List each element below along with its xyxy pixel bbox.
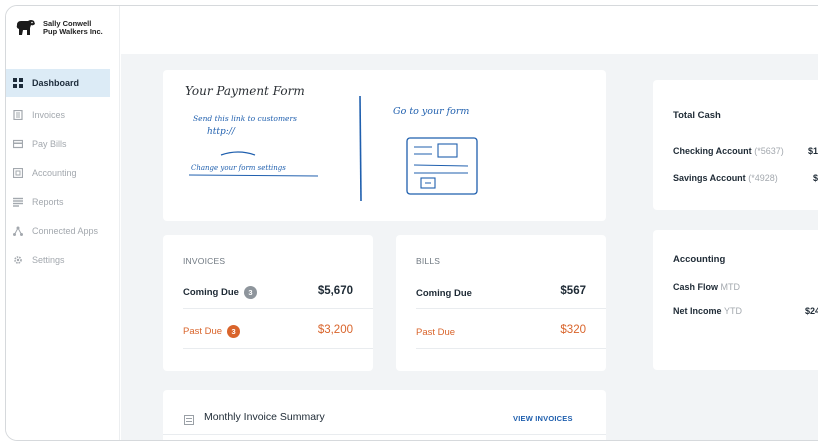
cash-flow-row[interactable]: Cash Flow MTD <box>673 282 740 292</box>
sidebar-item-label: Dashboard <box>32 78 80 88</box>
brand-name-line2: Pup Walkers Inc. <box>43 27 103 36</box>
card-icon <box>13 139 23 149</box>
sketch-title: Your Payment Form <box>185 84 305 98</box>
net-income-row[interactable]: Net Income YTD <box>673 306 742 316</box>
sidebar-item-label: Pay Bills <box>32 138 67 149</box>
net-income-label: Net Income <box>673 306 722 316</box>
sidebar-item-accounting[interactable]: Accounting <box>6 158 110 187</box>
invoices-past-due[interactable]: Past Due 3 <box>183 325 241 338</box>
savings-label: Savings Account <box>673 173 746 183</box>
sidebar-item-label: Settings <box>32 254 65 265</box>
divider <box>416 348 606 349</box>
reports-icon <box>13 197 23 207</box>
sidebar-item-label: Accounting <box>32 167 77 178</box>
sidebar-item-pay-bills[interactable]: Pay Bills <box>6 129 110 158</box>
brand-name: Sally Conwell Pup Walkers Inc. <box>43 19 103 37</box>
share-icon <box>13 226 23 236</box>
sidebar-item-connected-apps[interactable]: Connected Apps <box>6 216 110 245</box>
main-content: Your Payment Form Send this link to cust… <box>121 54 818 440</box>
brand[interactable]: Sally Conwell Pup Walkers Inc. <box>14 16 103 40</box>
sidebar-item-dashboard[interactable]: Dashboard <box>6 69 110 97</box>
coming-due-label: Coming Due <box>183 287 239 299</box>
accounting-card: Accounting Cash Flow MTD $ Net Income YT… <box>653 230 818 370</box>
savings-value: $5 <box>813 173 818 183</box>
divider <box>416 308 606 309</box>
monthly-summary-card: Monthly Invoice Summary VIEW INVOICES <box>163 390 606 440</box>
cash-flow-period: MTD <box>720 282 741 292</box>
accounting-title: Accounting <box>673 254 726 265</box>
checking-label: Checking Account <box>673 146 752 156</box>
top-bar <box>121 6 818 54</box>
dog-logo-icon <box>16 20 35 35</box>
sidebar-item-invoices[interactable]: Invoices <box>6 100 110 129</box>
sketch-link: http:// <box>207 127 235 137</box>
divider <box>183 348 373 349</box>
invoice-icon <box>13 109 23 120</box>
gear-icon <box>13 255 23 265</box>
sketch-change-settings[interactable]: Change your form settings <box>191 164 286 172</box>
bills-title: BILLS <box>416 256 441 266</box>
sketch-send-link: Send this link to customers <box>193 114 297 123</box>
sidebar: Sally Conwell Pup Walkers Inc. Dashboard… <box>6 6 120 440</box>
cash-flow-label: Cash Flow <box>673 282 719 292</box>
sketch-goto-form[interactable]: Go to your form <box>393 106 469 117</box>
checking-account-row[interactable]: Checking Account (*5637) <box>673 146 784 156</box>
invoices-coming-due[interactable]: Coming Due 3 <box>183 286 257 299</box>
bills-coming-amount: $567 <box>560 285 586 297</box>
total-cash-card: Total Cash Checking Account (*5637) $11 … <box>653 80 818 210</box>
invoices-past-amount: $3,200 <box>317 324 353 336</box>
sidebar-item-label: Reports <box>32 196 64 207</box>
sidebar-item-label: Invoices <box>32 109 66 120</box>
summary-title: Monthly Invoice Summary <box>204 411 325 423</box>
bills-past-due[interactable]: Past Due <box>416 327 455 338</box>
divider <box>183 308 373 309</box>
past-due-label: Past Due <box>183 326 223 338</box>
view-invoices-link[interactable]: VIEW INVOICES <box>513 414 573 423</box>
invoices-coming-amount: $5,670 <box>317 285 353 297</box>
bills-card: BILLS Coming Due $567 Past Due $320 <box>396 235 606 371</box>
sidebar-nav: Dashboard Invoices Pay Bills Accounting <box>6 69 110 274</box>
savings-account-row[interactable]: Savings Account (*4928) <box>673 173 778 183</box>
net-income-period: YTD <box>724 306 743 316</box>
checking-value: $11 <box>808 146 818 156</box>
ledger-icon <box>13 167 23 178</box>
app-window: Sally Conwell Pup Walkers Inc. Dashboard… <box>5 5 818 441</box>
coming-due-badge: 3 <box>243 286 257 299</box>
dashboard-icon <box>13 78 23 88</box>
past-due-badge: 3 <box>227 325 241 338</box>
bills-coming-due[interactable]: Coming Due <box>416 288 472 299</box>
total-cash-title: Total Cash <box>673 110 721 121</box>
summary-list-icon <box>184 412 194 430</box>
sidebar-item-reports[interactable]: Reports <box>6 187 110 216</box>
sidebar-item-settings[interactable]: Settings <box>6 245 110 274</box>
payment-form-sketch-card[interactable]: Your Payment Form Send this link to cust… <box>163 70 606 221</box>
invoices-card: INVOICES Coming Due 3 $5,670 Past Due 3 $3… <box>163 235 373 371</box>
bills-past-amount: $320 <box>560 324 586 336</box>
net-income-value: $24, <box>805 306 818 316</box>
sidebar-item-label: Connected Apps <box>32 225 99 236</box>
savings-acct-number: (*4928) <box>748 173 778 183</box>
invoices-title: INVOICES <box>183 256 226 266</box>
checking-acct-number: (*5637) <box>754 146 784 156</box>
